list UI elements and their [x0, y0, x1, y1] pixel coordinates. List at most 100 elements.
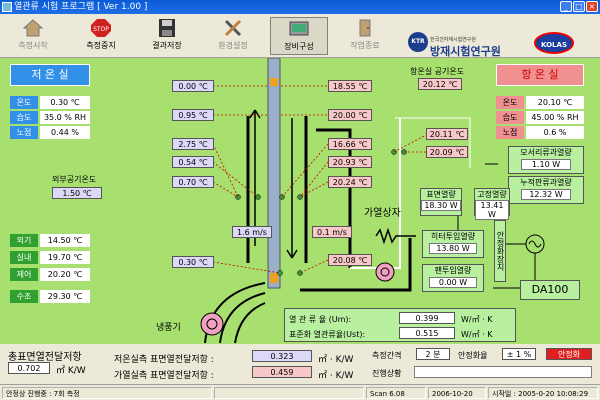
cold-resistance-unit: ㎡ · K/W [318, 355, 354, 365]
hot-temp-value: 20.10 ℃ [526, 96, 584, 109]
hot-resistance-value: 0.459 [252, 366, 312, 378]
stabilization-label: 안정화율 [458, 351, 488, 360]
equipment-icon [289, 21, 309, 36]
cold-room-title: 저 온 실 [10, 64, 90, 86]
cooler-label: 냉풍기 [156, 323, 181, 333]
stabilizer-box: 안정화장치 [494, 220, 506, 282]
logo-title: 방재시험연구원 [430, 45, 501, 58]
stop-measure-button[interactable]: STOP 측정중지 [72, 17, 130, 55]
cold-dewpoint-value: 0.44 % [40, 126, 90, 139]
hot-resistance-unit: ㎡ · K/W [318, 371, 354, 381]
tools-icon [224, 19, 242, 37]
fixed-heat-box: 고정열량 13.41 W [474, 188, 510, 220]
flux-unit-2: W/㎡ · K [461, 330, 493, 339]
equipment-button[interactable]: 장비구성 [270, 17, 328, 55]
cold-surface-temp-2: 0.95 ℃ [172, 109, 214, 121]
minimize-button[interactable]: _ [560, 1, 572, 12]
status-empty [214, 387, 364, 399]
cooler-fan-icon [200, 312, 224, 336]
app-icon [2, 2, 12, 12]
exit-button[interactable]: 작업종료 [336, 17, 394, 55]
progress-bar [414, 366, 592, 378]
interval-value[interactable]: 2 분 [416, 348, 450, 360]
settings-button[interactable]: 환경설정 [204, 17, 262, 55]
fan-icon [375, 262, 395, 282]
cold-surface-temp-3: 2.75 ℃ [172, 138, 214, 150]
progress-label: 진행상황 [372, 369, 402, 378]
outside-air-label: 외부공기온도 [52, 175, 97, 184]
status-date: 2006-10-20 [428, 387, 486, 399]
maximize-button[interactable]: □ [573, 1, 585, 12]
water-tank-label: 수조 [10, 290, 38, 303]
floppy-icon [159, 19, 175, 37]
door-icon [359, 19, 371, 37]
hot-dewpoint-label: 노점 [496, 126, 524, 139]
outdoor-label: 외기 [10, 234, 38, 247]
indoor-label: 실내 [10, 251, 38, 264]
control-value: 20.20 ℃ [40, 268, 90, 281]
hot-resistance-label: 가열실측 표면열전달저항 : [114, 371, 214, 381]
control-label: 제어 [10, 268, 38, 281]
flux-value-1: 0.399 [399, 312, 455, 324]
cold-resistance-value: 0.323 [252, 350, 312, 362]
save-result-button[interactable]: 결과저장 [138, 17, 196, 55]
hot-air-value: 20.12 ℃ [418, 78, 462, 90]
hot-surface-temp-1: 18.55 ℃ [328, 80, 372, 92]
cold-surface-temp-1: 0.00 ℃ [172, 80, 214, 92]
status-message: 안정상 진행중 : 7회 측정 [2, 387, 212, 399]
hot-inner-temp-2: 20.93 ℃ [328, 156, 372, 168]
hot-humidity-label: 습도 [496, 111, 524, 124]
hot-room-title: 항 온 실 [496, 64, 584, 86]
stabilize-button[interactable]: 안정화 [546, 348, 592, 360]
heater-input-box: 히터투입열량 13.80 W [422, 230, 484, 258]
flux-panel: 열 관 류 율 (Um): 0.399 W/㎡ · K 표준화 열관류율(Ust… [284, 308, 516, 342]
flux-label-2: 표준화 열관류율(Ust): [289, 330, 366, 339]
hot-humidity-value: 45.00 % RH [526, 111, 584, 124]
hot-air-label: 항온실 공기온도 [410, 67, 465, 76]
outdoor-value: 14.50 ℃ [40, 234, 90, 247]
heating-box-label: 가열상자 [364, 208, 401, 219]
hot-temp-label: 온도 [496, 96, 524, 109]
surface-heat-box: 표면열량 18.30 W [420, 188, 462, 216]
water-tank-value: 29.30 ℃ [40, 290, 90, 303]
da100-box: DA100 [520, 280, 580, 300]
hot-inner-temp-1: 16.66 ℃ [328, 138, 372, 150]
hot-wind-speed: 0.1 m/s [312, 226, 352, 238]
interval-label: 측정간격 [372, 351, 402, 360]
cold-surface-temp-5: 0.70 ℃ [172, 176, 214, 188]
status-bar: 안정상 진행중 : 7회 측정 Scan 6.08 2006-10-20 시작일… [0, 384, 600, 400]
start-measure-button[interactable]: 측정시작 [4, 17, 62, 55]
hot-surface-temp-2: 20.00 ℃ [328, 109, 372, 121]
cold-humidity-label: 습도 [10, 111, 38, 124]
outside-air-value: 1.50 ℃ [52, 187, 102, 199]
cold-dewpoint-label: 노점 [10, 126, 38, 139]
window-title: 열관류 시험 프로그램 [ Ver 1.00 ] [14, 2, 148, 12]
status-count: Scan 6.08 [366, 387, 426, 399]
total-resistance-value: 0.702 [8, 362, 50, 374]
flux-unit-1: W/㎡ · K [461, 315, 493, 324]
logo-subtitle: 한국건자재시험연구원 [430, 37, 477, 43]
main-panel: 저 온 실 온도 0.30 ℃ 습도 35.0 % RH 노점 0.44 % 외… [0, 58, 600, 344]
flux-value-2: 0.515 [399, 327, 455, 339]
stop-icon: STOP [91, 19, 111, 37]
hot-surface-temp-3: 20.08 ℃ [328, 254, 372, 266]
title-bar: 열관류 시험 프로그램 [ Ver 1.00 ] _ □ × [0, 0, 600, 14]
cold-wind-speed: 1.6 m/s [232, 226, 272, 238]
house-icon [22, 19, 44, 37]
flux-label-1: 열 관 류 율 (Um): [289, 315, 352, 324]
box-temp-1: 20.11 ℃ [426, 128, 468, 140]
svg-text:STOP: STOP [93, 26, 109, 33]
indoor-value: 19.70 ℃ [40, 251, 90, 264]
edge-heat-box: 누적판류과열량 12.32 W [508, 176, 584, 204]
cold-resistance-label: 저온실측 표면열전달저항 : [114, 355, 214, 365]
hot-inner-temp-3: 20.24 ℃ [328, 176, 372, 188]
app-window: 열관류 시험 프로그램 [ Ver 1.00 ] _ □ × 측정시작 STOP… [0, 0, 600, 400]
total-resistance-unit: ㎡ K/W [56, 366, 86, 376]
hot-dewpoint-value: 0.6 % [526, 126, 584, 139]
specimen-wall [267, 58, 281, 289]
box-temp-2: 20.09 ℃ [426, 146, 468, 158]
cold-temp-value: 0.30 ℃ [40, 96, 90, 109]
close-button[interactable]: × [586, 1, 598, 12]
stabilization-value[interactable]: ± 1 % [502, 348, 536, 360]
cold-surface-temp-4: 0.54 ℃ [172, 156, 214, 168]
